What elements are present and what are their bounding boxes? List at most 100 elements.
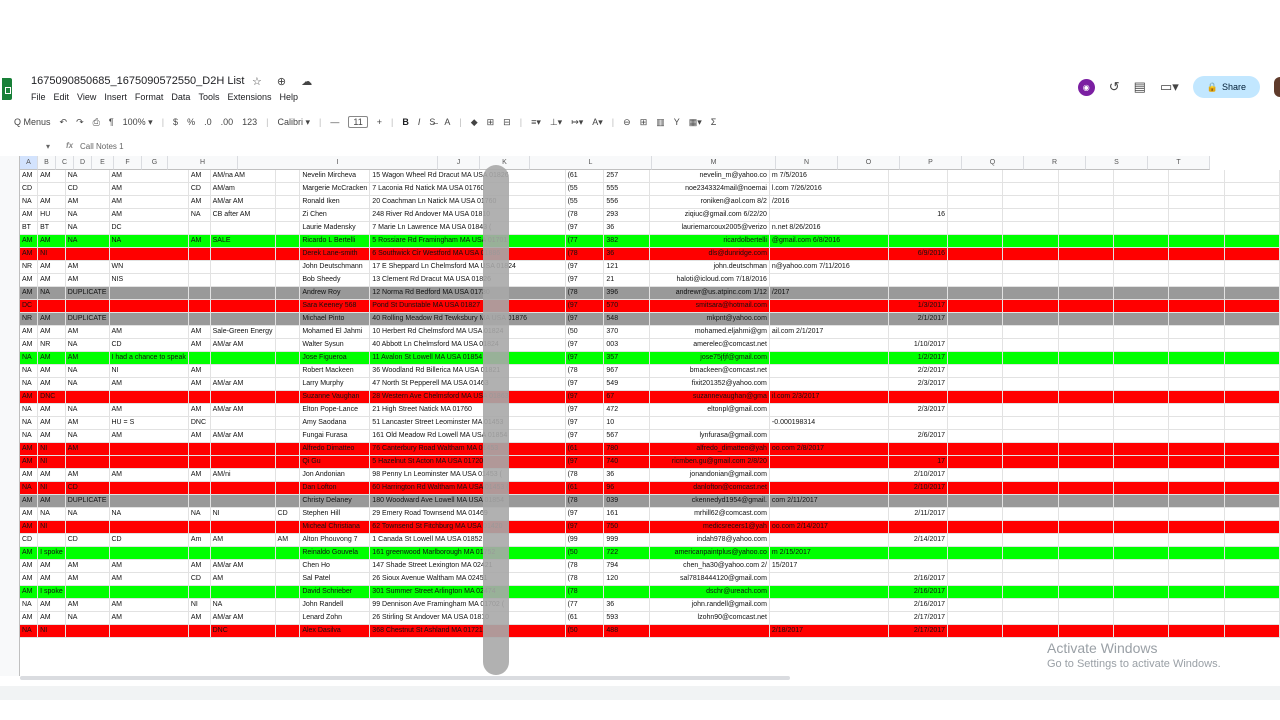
cell[interactable]: 6 Southwick Cir Westford MA USA 01886 [369,247,566,261]
cell[interactable]: DUPLICATE [65,312,110,326]
cell[interactable] [1058,260,1114,274]
cell[interactable]: AM [65,442,110,456]
cell[interactable] [1113,585,1170,599]
table-row[interactable]: AM I spoke David Schrieber 301 Summer Stree… [20,585,1280,599]
cell[interactable] [1113,546,1170,560]
cell[interactable] [109,585,189,599]
cell[interactable]: NA [20,377,39,391]
cell[interactable] [1002,377,1059,391]
cell[interactable] [188,585,211,599]
cell[interactable]: 28 Western Ave Chelmsford MA USA 01863 [369,390,566,404]
cell[interactable]: (77 [565,234,605,248]
cell[interactable] [1058,208,1114,222]
cell[interactable]: AM [65,559,110,573]
decrease-decimal-button[interactable]: .0 [204,117,212,127]
cell[interactable]: Zi Chen [299,208,371,222]
cell[interactable]: AM [20,494,39,508]
cell[interactable] [769,338,890,352]
column-header-f[interactable]: F [114,156,142,170]
cell[interactable]: AM [20,247,39,261]
cell[interactable] [888,325,949,339]
column-header-a[interactable]: A [20,156,38,170]
cell[interactable] [1224,468,1280,482]
cell[interactable] [1113,507,1170,521]
cell[interactable]: AM [20,585,39,599]
cell[interactable] [1113,325,1170,339]
cell[interactable]: 1/2/2017 [888,351,949,365]
cell[interactable]: AM [65,572,110,586]
table-row[interactable]: NA AM NA NI AM Robert Mackeen 36 Woodland Rd B… [20,364,1280,378]
cell[interactable] [188,299,211,313]
cell[interactable]: 6/9/2016 [888,247,949,261]
cell[interactable]: (78 [565,247,605,261]
cell[interactable] [947,390,1004,404]
cell[interactable]: 2/6/2017 [888,429,949,443]
cell[interactable]: mohamed.eljahmi@gm [649,325,770,339]
cell[interactable] [1224,364,1280,378]
cell[interactable]: AM [188,364,211,378]
column-header-s[interactable]: S [1086,156,1148,170]
cell[interactable]: AM/ar AM [210,195,276,209]
cell[interactable] [769,208,890,222]
cell[interactable]: 5 Rossiare Rd Framingham MA USA 01701 [369,234,566,248]
cell[interactable]: (97 [565,390,605,404]
cell[interactable] [275,416,301,430]
cell[interactable] [947,455,1004,469]
cell[interactable] [1058,468,1114,482]
cell[interactable]: CD [65,533,110,547]
cell[interactable]: AM [37,312,66,326]
cell[interactable]: 10 [603,416,651,430]
cell[interactable] [1002,351,1059,365]
cell[interactable] [275,442,301,456]
cell[interactable]: 794 [603,559,651,573]
cell[interactable]: eltonpl@gmail.com [649,403,770,417]
cell[interactable]: NA [20,195,39,209]
cell[interactable]: NA [65,429,110,443]
cell[interactable] [65,624,110,638]
user-avatar-icon[interactable]: ◉ [1077,78,1095,96]
cell[interactable]: 301 Summer Street Arlington MA 02474 [369,585,566,599]
scroll-overlay[interactable] [483,165,509,675]
cell[interactable]: 2/11/2017 [888,507,949,521]
table-row[interactable]: AM AM AM AM AM AM/ni Jon Andonian 98 Penny Ln L… [20,468,1280,482]
cell[interactable] [275,195,301,209]
cell[interactable] [109,247,189,261]
cell[interactable] [1113,364,1170,378]
cell[interactable]: (50 [565,624,605,638]
cell[interactable]: (97 [565,351,605,365]
cell[interactable]: AM/ni [210,468,276,482]
cell[interactable]: indah978@yahoo.com [649,533,770,547]
cell[interactable]: AM [65,416,110,430]
cell[interactable] [1168,546,1225,560]
cell[interactable]: NA [188,507,211,521]
cell[interactable]: 967 [603,364,651,378]
cell[interactable]: CD [65,481,110,495]
cell[interactable]: Jon Andonian [299,468,371,482]
table-row[interactable]: AM NI Micheal Christiana 62 Townsend St Fit… [20,520,1280,534]
cell[interactable]: 36 Woodland Rd Billerica MA USA 01821 [369,364,566,378]
cell[interactable]: Walter Sysun [299,338,371,352]
cell[interactable]: -0.000198314 [769,416,890,430]
cell[interactable] [888,182,949,196]
cell[interactable]: medicsrecers1@yah [649,520,770,534]
cell[interactable] [1058,312,1114,326]
cell[interactable]: (78 [565,208,605,222]
cell[interactable]: 567 [603,429,651,443]
share-button[interactable]: 🔒 Share [1192,76,1260,98]
cell[interactable] [188,221,211,235]
cell[interactable] [65,520,110,534]
cell[interactable] [888,195,949,209]
cell[interactable] [1168,182,1225,196]
cell[interactable] [1058,170,1114,183]
cell[interactable]: NR [20,312,39,326]
cell[interactable]: CB after AM [210,208,276,222]
cell[interactable] [275,260,301,274]
italic-button[interactable]: I [418,117,421,127]
cell[interactable]: 472 [603,403,651,417]
cell[interactable] [275,455,301,469]
cell[interactable]: 13 Clement Rd Dracut MA USA 01826 [369,273,566,287]
cell[interactable] [275,494,301,508]
cell[interactable] [1113,299,1170,313]
cell[interactable] [1058,403,1114,417]
cell[interactable] [275,170,301,183]
